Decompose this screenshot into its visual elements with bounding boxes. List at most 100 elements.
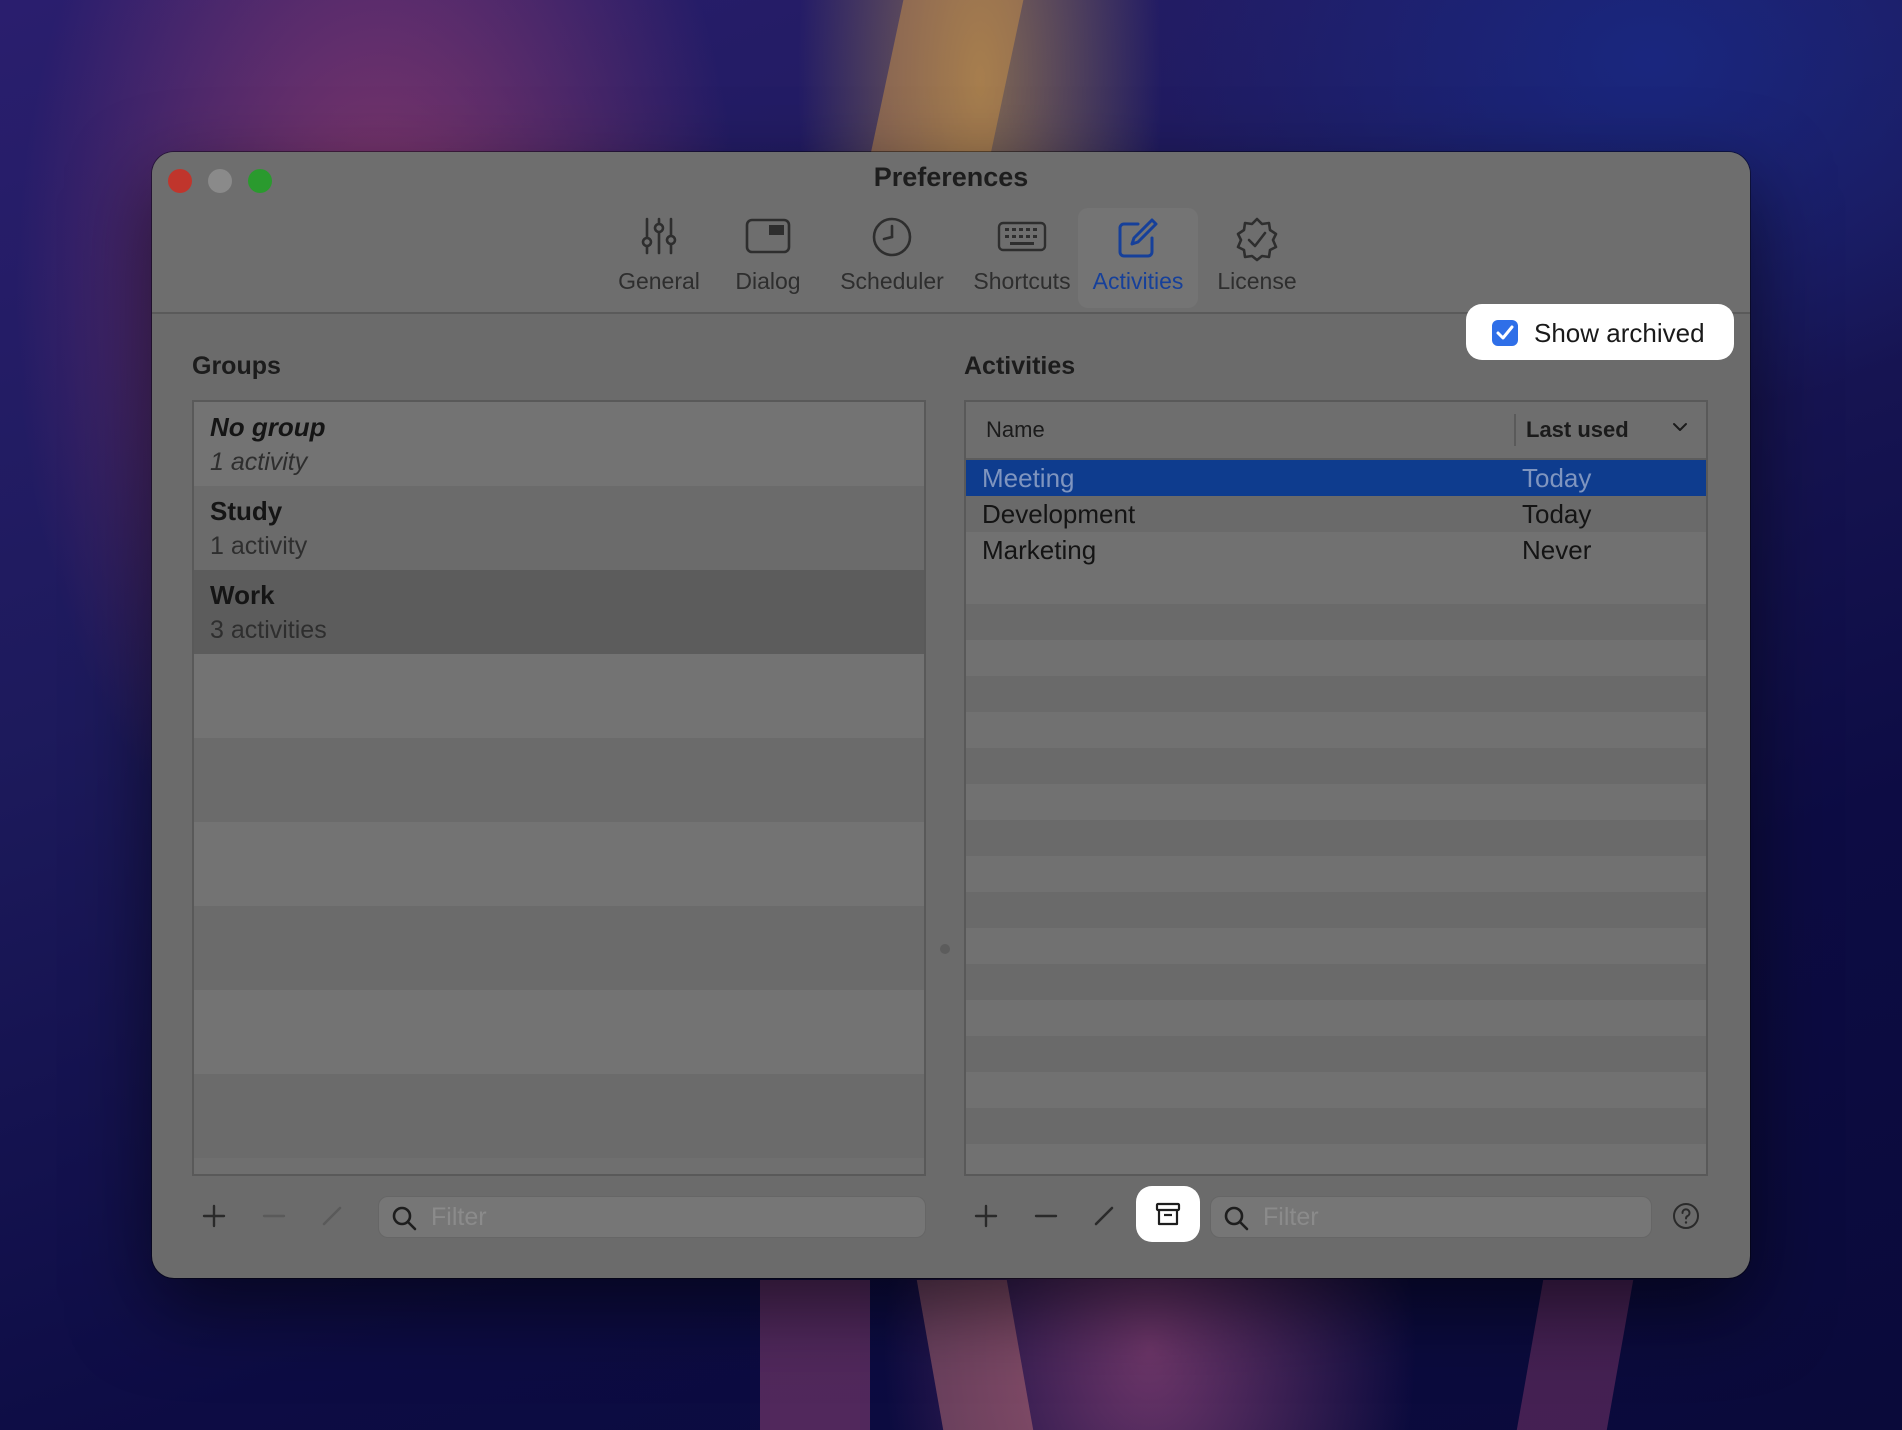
groups-title: Groups: [192, 352, 281, 380]
tab-activities[interactable]: Activities: [1078, 208, 1198, 308]
pencil-icon: [322, 1206, 342, 1226]
tab-general-label: General: [618, 268, 700, 294]
group-row-work[interactable]: Work 3 activities: [194, 570, 924, 654]
tab-shortcuts[interactable]: Shortcuts: [958, 208, 1086, 308]
group-count: 3 activities: [210, 616, 327, 644]
activity-last-used: Today: [1522, 463, 1592, 493]
window-title: Preferences: [873, 162, 1029, 192]
verified-badge-icon: [1234, 216, 1280, 267]
empty-row: [194, 990, 924, 1074]
activity-last-used: Today: [1522, 499, 1592, 529]
column-header-name[interactable]: Name: [986, 417, 1045, 443]
empty-row: [966, 604, 1706, 640]
empty-row: [966, 820, 1706, 856]
tab-scheduler[interactable]: Scheduler: [824, 208, 960, 308]
help-icon: [1673, 1203, 1699, 1229]
activities-filter-placeholder: Filter: [1263, 1203, 1319, 1231]
archive-activity-button[interactable]: [1136, 1186, 1200, 1242]
empty-row: [966, 892, 1706, 928]
plus-icon: [202, 1204, 226, 1228]
empty-row: [966, 676, 1706, 712]
split-view-divider[interactable]: [940, 944, 950, 954]
table-row-meeting[interactable]: Meeting Today: [966, 460, 1706, 496]
empty-row: [194, 906, 924, 990]
empty-row: [966, 928, 1706, 964]
activity-name: Development: [982, 499, 1136, 529]
minus-icon: [1034, 1214, 1058, 1218]
edit-activity-button[interactable]: [1082, 1194, 1126, 1238]
tab-general[interactable]: General: [602, 208, 716, 308]
add-group-button[interactable]: [192, 1194, 236, 1238]
column-header-last-used[interactable]: Last used: [1526, 417, 1629, 443]
archive-box-icon: [1155, 1202, 1181, 1226]
groups-filter-field[interactable]: Filter: [378, 1196, 926, 1238]
tab-activities-label: Activities: [1092, 268, 1184, 294]
help-button[interactable]: [1664, 1194, 1708, 1238]
table-row-marketing[interactable]: Marketing Never: [966, 532, 1706, 568]
empty-row: [966, 964, 1706, 1000]
empty-row: [194, 1074, 924, 1158]
empty-row: [966, 640, 1706, 676]
empty-row: [966, 712, 1706, 748]
tab-license-label: License: [1217, 268, 1297, 294]
title-bar: Preferences General Dialog Scheduler Sho…: [152, 152, 1750, 314]
show-archived-label: Show archived: [1534, 318, 1705, 348]
column-separator[interactable]: [1514, 414, 1516, 446]
activity-name: Meeting: [982, 463, 1075, 493]
preferences-toolbar: General Dialog Scheduler Shortcuts Activ…: [152, 208, 1750, 308]
minus-icon: [262, 1214, 286, 1218]
show-archived-checkbox[interactable]: Show archived: [1466, 304, 1734, 360]
group-name: Study: [210, 496, 283, 526]
empty-row: [194, 822, 924, 906]
activities-table[interactable]: Name Last used Meeting Today Development…: [964, 400, 1708, 1176]
plus-icon: [974, 1204, 998, 1228]
window-icon: [744, 216, 792, 261]
groups-filter-placeholder: Filter: [431, 1203, 487, 1231]
activity-name: Marketing: [982, 535, 1097, 565]
edit-square-icon: [1116, 216, 1160, 265]
activities-title: Activities: [964, 352, 1076, 380]
empty-row: [966, 1144, 1706, 1174]
chevron-down-icon[interactable]: [1672, 420, 1688, 438]
groups-list[interactable]: No group 1 activity Study 1 activity Wor…: [192, 400, 926, 1176]
tab-scheduler-label: Scheduler: [840, 268, 944, 294]
tab-license[interactable]: License: [1202, 208, 1312, 308]
clock-icon: [871, 216, 913, 263]
tab-dialog-label: Dialog: [735, 268, 801, 294]
groups-bottom-bar: Filter: [192, 1186, 926, 1246]
preferences-window: Preferences General Dialog Scheduler Sho…: [152, 152, 1750, 1278]
empty-row: [194, 654, 924, 738]
group-count: 1 activity: [210, 532, 308, 560]
empty-row: [194, 738, 924, 822]
empty-row: [966, 1000, 1706, 1036]
preferences-content: Groups No group 1 activity Study 1 activ…: [152, 304, 1750, 1278]
empty-row: [966, 748, 1706, 784]
add-activity-button[interactable]: [964, 1194, 1008, 1238]
group-name: Work: [210, 580, 275, 610]
empty-row: [966, 1036, 1706, 1072]
empty-row: [966, 784, 1706, 820]
checkbox-checked-icon[interactable]: [1492, 320, 1518, 346]
group-count: 1 activity: [210, 448, 308, 476]
table-row-development[interactable]: Development Today: [966, 496, 1706, 532]
empty-row: [966, 1108, 1706, 1144]
tab-shortcuts-label: Shortcuts: [973, 268, 1071, 294]
edit-group-button[interactable]: [310, 1194, 354, 1238]
group-name: No group: [210, 412, 326, 442]
remove-activity-button[interactable]: [1024, 1194, 1068, 1238]
group-row-no-group[interactable]: No group 1 activity: [194, 402, 924, 486]
activity-last-used: Never: [1522, 535, 1592, 565]
activities-bottom-bar: Filter: [964, 1186, 1708, 1246]
pencil-icon: [1094, 1206, 1114, 1226]
search-icon: [1223, 1205, 1249, 1236]
empty-row: [966, 1072, 1706, 1108]
empty-row: [966, 568, 1706, 604]
table-header: Name Last used: [966, 402, 1706, 460]
activities-filter-field[interactable]: Filter: [1210, 1196, 1652, 1238]
tab-dialog[interactable]: Dialog: [718, 208, 818, 308]
empty-row: [966, 856, 1706, 892]
group-row-study[interactable]: Study 1 activity: [194, 486, 924, 570]
keyboard-icon: [996, 216, 1048, 261]
remove-group-button[interactable]: [252, 1194, 296, 1238]
sliders-icon: [639, 216, 679, 261]
